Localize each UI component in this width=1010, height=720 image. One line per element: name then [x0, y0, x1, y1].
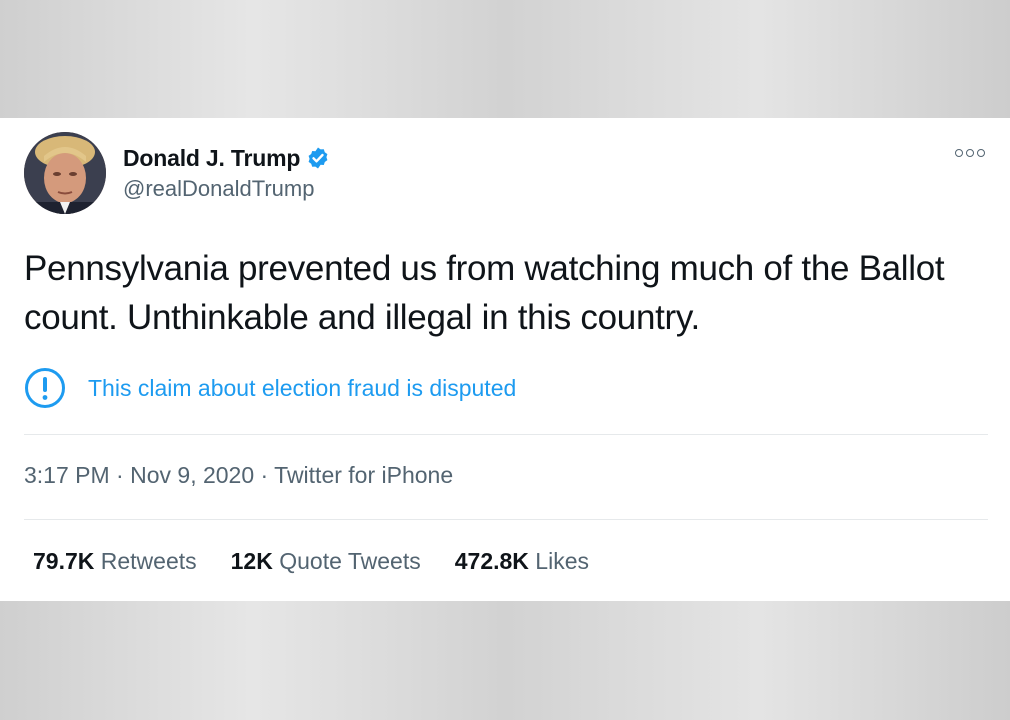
retweets-stat[interactable]: 79.7K Retweets — [33, 548, 197, 575]
meta-separator: · — [254, 462, 275, 488]
disputed-claim-notice[interactable]: This claim about election fraud is dispu… — [24, 368, 516, 408]
quote-tweets-stat[interactable]: 12K Quote Tweets — [231, 548, 421, 575]
divider — [24, 434, 988, 435]
background-top-band — [0, 0, 1010, 118]
likes-stat[interactable]: 472.8K Likes — [455, 548, 589, 575]
author-handle[interactable]: @realDonaldTrump — [123, 176, 314, 202]
likes-label: Likes — [535, 548, 589, 574]
quote-tweets-label: Quote Tweets — [279, 548, 421, 574]
tweet-card: Donald J. Trump @realDonaldTrump Pennsyl… — [0, 118, 1010, 601]
author-display-name[interactable]: Donald J. Trump — [123, 145, 300, 172]
tweet-text: Pennsylvania prevented us from watching … — [24, 249, 945, 337]
tweet-source[interactable]: Twitter for iPhone — [274, 462, 453, 488]
tweet-stats: 79.7K Retweets 12K Quote Tweets 472.8K L… — [33, 548, 589, 575]
likes-count: 472.8K — [454, 548, 529, 574]
author-name-row: Donald J. Trump — [123, 144, 330, 172]
more-options-icon[interactable] — [955, 146, 989, 160]
background-bottom-band — [0, 601, 1010, 720]
alert-circle-icon — [25, 368, 65, 408]
tweet-meta: 3:17 PM · Nov 9, 2020 · Twitter for iPho… — [24, 462, 453, 489]
avatar-portrait — [24, 132, 106, 214]
tweet-time[interactable]: 3:17 PM — [24, 462, 110, 488]
retweets-count: 79.7K — [33, 548, 95, 574]
verified-badge-icon — [308, 147, 328, 169]
avatar[interactable] — [24, 132, 106, 214]
divider — [24, 519, 988, 520]
retweets-label: Retweets — [100, 548, 197, 574]
meta-separator: · — [109, 462, 131, 488]
disputed-claim-text[interactable]: This claim about election fraud is dispu… — [88, 375, 516, 402]
tweet-date[interactable]: Nov 9, 2020 — [130, 462, 254, 488]
quote-tweets-count: 12K — [230, 548, 273, 574]
